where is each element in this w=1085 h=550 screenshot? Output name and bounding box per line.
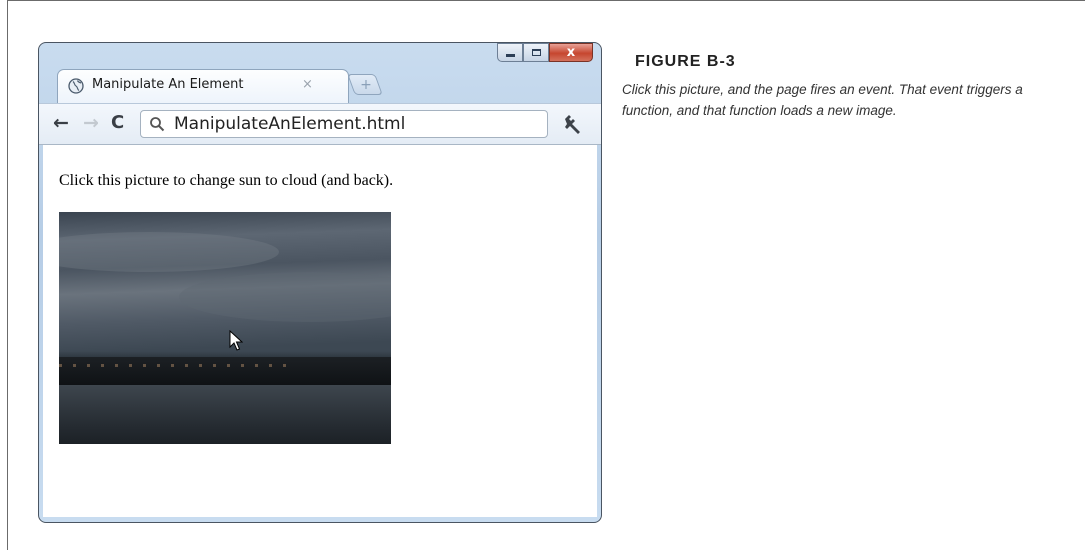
water xyxy=(59,385,391,444)
browser-window: Manipulate An Element × + x ← → C Manipu… xyxy=(38,42,602,523)
cloud-shape xyxy=(179,272,391,322)
address-bar[interactable]: ManipulateAnElement.html xyxy=(140,110,548,138)
search-icon xyxy=(150,117,165,132)
tab-manipulate-an-element[interactable]: Manipulate An Element × xyxy=(57,69,349,103)
page-border-left xyxy=(7,0,8,550)
tab-title: Manipulate An Element xyxy=(92,77,244,92)
cloud-image[interactable] xyxy=(59,212,391,444)
browser-toolbar: ← → C ManipulateAnElement.html xyxy=(39,103,601,145)
reload-icon[interactable]: C xyxy=(111,112,124,134)
close-window-button[interactable]: x xyxy=(549,43,593,62)
wrench-icon[interactable] xyxy=(561,113,583,135)
page-border-top xyxy=(7,0,1085,7)
new-tab-button[interactable]: + xyxy=(347,74,383,95)
minimize-icon xyxy=(505,54,515,57)
town-lights xyxy=(59,364,289,367)
maximize-button[interactable] xyxy=(523,43,549,62)
cloud-shape xyxy=(59,232,279,272)
maximize-icon xyxy=(531,49,541,56)
forward-arrow-icon[interactable]: → xyxy=(83,112,99,134)
close-icon: x xyxy=(566,45,576,60)
back-arrow-icon[interactable]: ← xyxy=(53,112,69,134)
tab-close-icon[interactable]: × xyxy=(302,77,313,92)
tab-strip: Manipulate An Element × + x xyxy=(39,43,601,103)
figure-label: FIGURE B-3 xyxy=(635,53,736,70)
window-controls: x xyxy=(497,43,593,65)
page-content: Click this picture to change sun to clou… xyxy=(43,145,597,517)
address-text[interactable]: ManipulateAnElement.html xyxy=(174,114,405,134)
minimize-button[interactable] xyxy=(497,43,523,62)
plus-icon: + xyxy=(360,77,372,93)
mouse-pointer-icon xyxy=(229,330,243,351)
globe-icon xyxy=(68,78,84,94)
instruction-text: Click this picture to change sun to clou… xyxy=(59,172,394,189)
figure-caption: Click this picture, and the page fires a… xyxy=(622,82,1023,118)
shoreline xyxy=(59,357,391,385)
